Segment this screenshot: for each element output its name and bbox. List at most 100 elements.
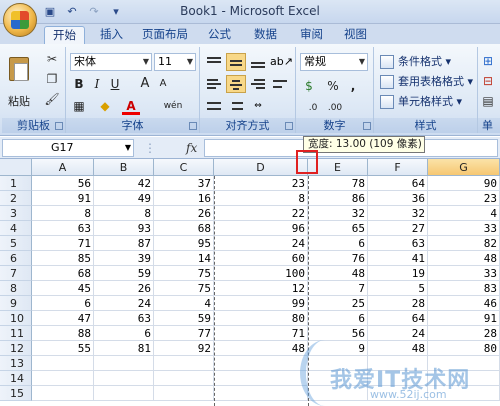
cell-g1[interactable]: 90 — [428, 176, 500, 191]
cell-e3[interactable]: 32 — [308, 206, 368, 221]
cell-d2[interactable]: 8 — [214, 191, 308, 206]
tab-insert[interactable]: 插入 — [92, 26, 131, 44]
office-button[interactable] — [3, 3, 37, 37]
cell-d9[interactable]: 99 — [214, 296, 308, 311]
cell-b2[interactable]: 49 — [94, 191, 154, 206]
cell-d1[interactable]: 23 — [214, 176, 308, 191]
insert-cells-icon[interactable]: ⊞ — [480, 53, 496, 69]
cell-d13[interactable] — [214, 356, 308, 371]
font-color-button[interactable]: A — [122, 97, 140, 115]
cell-a2[interactable]: 91 — [32, 191, 94, 206]
font-size-combo[interactable]: 11 ▼ — [154, 53, 196, 71]
tab-review[interactable]: 审阅 — [292, 26, 331, 44]
cell-b8[interactable]: 26 — [94, 281, 154, 296]
delete-cells-icon[interactable]: ⊟ — [480, 73, 496, 89]
tab-view[interactable]: 视图 — [336, 26, 375, 44]
tab-formulas[interactable]: 公式 — [200, 26, 239, 44]
cell-a14[interactable] — [32, 371, 94, 386]
cell-g7[interactable]: 33 — [428, 266, 500, 281]
cell-a4[interactable]: 63 — [32, 221, 94, 236]
row-header[interactable]: 6 — [0, 251, 32, 266]
cell-c7[interactable]: 75 — [154, 266, 214, 281]
orientation-icon[interactable]: ab↗ — [270, 53, 293, 71]
phonetic-button[interactable]: wén — [158, 97, 188, 115]
cell-a1[interactable]: 56 — [32, 176, 94, 191]
cell-b9[interactable]: 24 — [94, 296, 154, 311]
cell-c3[interactable]: 26 — [154, 206, 214, 221]
bold-button[interactable]: B — [70, 75, 88, 93]
tab-home[interactable]: 开始 — [44, 26, 85, 44]
cell-e11[interactable]: 56 — [308, 326, 368, 341]
border-icon[interactable]: ▦ — [70, 97, 88, 115]
align-right-icon[interactable] — [248, 75, 268, 93]
cell-d7[interactable]: 100 — [214, 266, 308, 281]
align-middle-icon[interactable] — [226, 53, 246, 71]
cell-d3[interactable]: 22 — [214, 206, 308, 221]
cell-c10[interactable]: 59 — [154, 311, 214, 326]
cell-b3[interactable]: 8 — [94, 206, 154, 221]
row-header[interactable]: 7 — [0, 266, 32, 281]
merge-center-icon[interactable]: ⇔ — [248, 97, 268, 115]
cell-a9[interactable]: 6 — [32, 296, 94, 311]
cell-e2[interactable]: 86 — [308, 191, 368, 206]
comma-button[interactable]: , — [344, 77, 362, 95]
cell-c13[interactable] — [154, 356, 214, 371]
copy-icon[interactable]: ❐ — [44, 71, 60, 87]
cell-d11[interactable]: 71 — [214, 326, 308, 341]
italic-button[interactable]: I — [88, 75, 106, 93]
cell-e6[interactable]: 76 — [308, 251, 368, 266]
cell-c1[interactable]: 37 — [154, 176, 214, 191]
cell-g2[interactable]: 23 — [428, 191, 500, 206]
cell-c15[interactable] — [154, 386, 214, 401]
cell-d4[interactable]: 96 — [214, 221, 308, 236]
clipboard-launcher-icon[interactable] — [55, 122, 63, 130]
cell-g6[interactable]: 48 — [428, 251, 500, 266]
cell-b7[interactable]: 59 — [94, 266, 154, 281]
cell-g12[interactable]: 80 — [428, 341, 500, 356]
cell-a13[interactable] — [32, 356, 94, 371]
tab-page-layout[interactable]: 页面布局 — [134, 26, 196, 44]
row-header[interactable]: 11 — [0, 326, 32, 341]
cell-e8[interactable]: 7 — [308, 281, 368, 296]
cell-c6[interactable]: 14 — [154, 251, 214, 266]
cell-f4[interactable]: 27 — [368, 221, 428, 236]
cell-d6[interactable]: 60 — [214, 251, 308, 266]
increase-indent-icon[interactable] — [226, 97, 246, 115]
cell-a11[interactable]: 88 — [32, 326, 94, 341]
cell-a3[interactable]: 8 — [32, 206, 94, 221]
paste-icon[interactable] — [6, 51, 34, 89]
increase-decimal-icon[interactable]: .0 — [304, 99, 322, 117]
cell-f8[interactable]: 5 — [368, 281, 428, 296]
row-header[interactable]: 10 — [0, 311, 32, 326]
decrease-indent-icon[interactable] — [204, 97, 224, 115]
percent-button[interactable]: % — [324, 77, 342, 95]
cell-d12[interactable]: 48 — [214, 341, 308, 356]
cell-b13[interactable] — [94, 356, 154, 371]
align-left-icon[interactable] — [204, 75, 224, 93]
cell-e9[interactable]: 25 — [308, 296, 368, 311]
cell-g11[interactable]: 28 — [428, 326, 500, 341]
cell-f6[interactable]: 41 — [368, 251, 428, 266]
number-launcher-icon[interactable] — [363, 122, 371, 130]
cell-b4[interactable]: 93 — [94, 221, 154, 236]
cell-b14[interactable] — [94, 371, 154, 386]
number-format-combo[interactable]: 常规 ▼ — [300, 53, 368, 71]
column-header-b[interactable]: B — [94, 159, 154, 176]
align-center-icon[interactable] — [226, 75, 246, 93]
cell-e4[interactable]: 65 — [308, 221, 368, 236]
column-header-g[interactable]: G — [428, 159, 500, 176]
cell-e7[interactable]: 48 — [308, 266, 368, 281]
paste-button[interactable]: 粘贴 — [8, 93, 30, 109]
cell-b15[interactable] — [94, 386, 154, 401]
conditional-formatting-button[interactable]: 条件格式 ▾ — [380, 53, 451, 71]
cell-c5[interactable]: 95 — [154, 236, 214, 251]
decrease-decimal-icon[interactable]: .00 — [326, 99, 344, 117]
cell-c2[interactable]: 16 — [154, 191, 214, 206]
row-header[interactable]: 9 — [0, 296, 32, 311]
cell-c14[interactable] — [154, 371, 214, 386]
cell-f9[interactable]: 28 — [368, 296, 428, 311]
row-header[interactable]: 13 — [0, 356, 32, 371]
underline-button[interactable]: U — [106, 75, 124, 93]
cell-e10[interactable]: 6 — [308, 311, 368, 326]
cell-e5[interactable]: 6 — [308, 236, 368, 251]
